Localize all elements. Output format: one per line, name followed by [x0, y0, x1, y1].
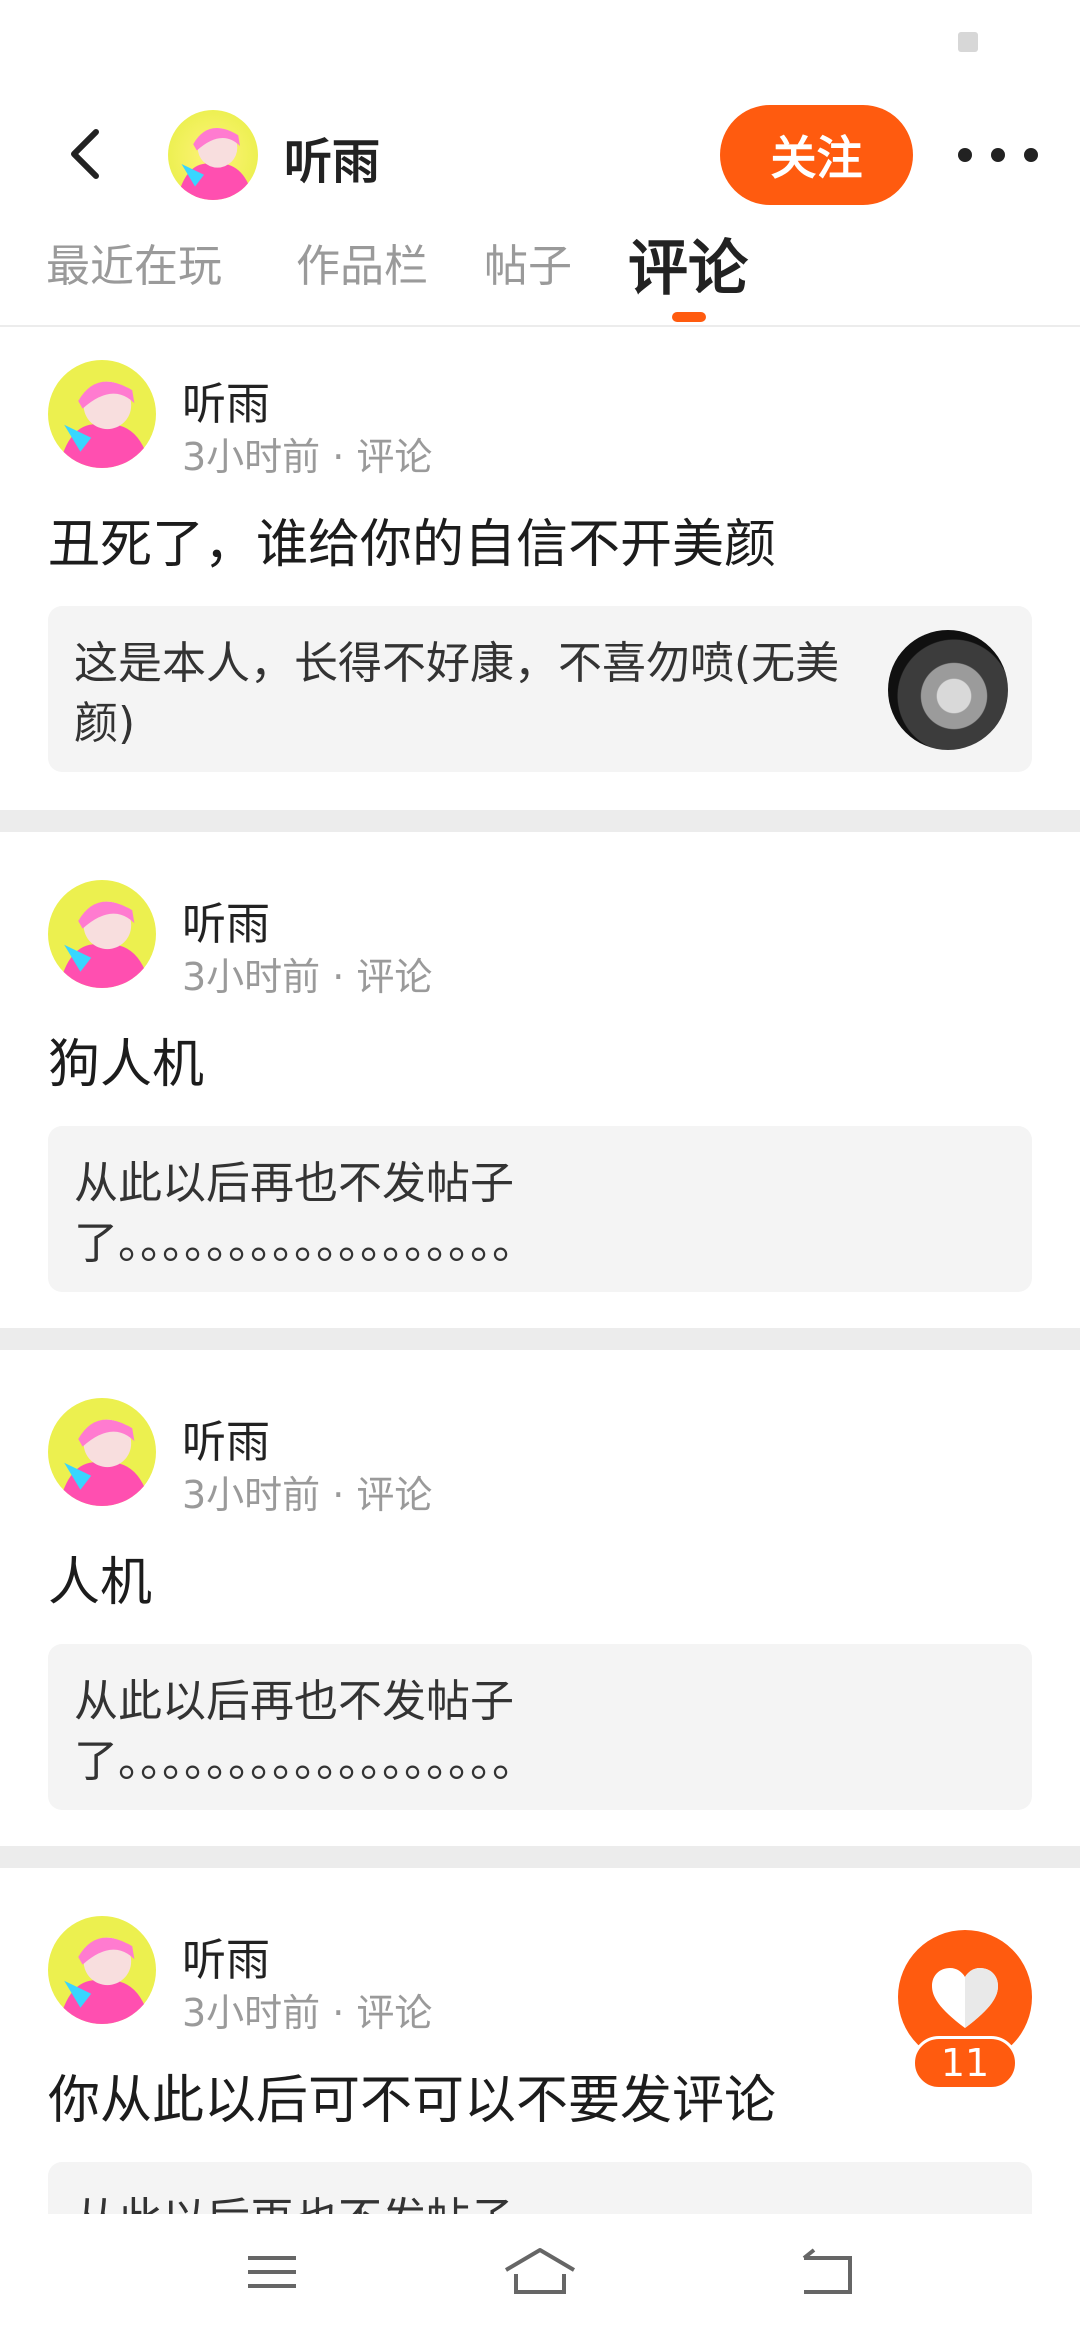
chevron-left-icon — [71, 129, 99, 179]
comment-meta: 3小时前 · 评论 — [182, 435, 433, 479]
follow-button[interactable]: 关注 — [720, 105, 913, 205]
divider — [0, 810, 1080, 832]
tab-comments[interactable]: 评论 — [628, 220, 748, 307]
quoted-post[interactable]: 从此以后再也不发帖子了。。。。。。。。。。。。。。。。。。 — [48, 1126, 1032, 1292]
status-bar — [0, 0, 1080, 90]
profile-name: 听雨 — [284, 134, 381, 190]
back-icon — [802, 2248, 852, 2294]
comment-author: 听雨 — [182, 1417, 270, 1468]
quoted-post-text: 从此以后再也不发帖子了。。。。。。。。。。。。。。。。。。 — [74, 1676, 536, 1787]
home-icon — [504, 2248, 576, 2294]
menu-button[interactable] — [240, 2240, 320, 2310]
avatar[interactable] — [168, 110, 258, 200]
quoted-post-text: 这是本人，长得不好康，不喜勿喷(无美颜) — [74, 638, 840, 749]
back-button[interactable] — [58, 124, 118, 184]
comment-text: 你从此以后可不可以不要发评论 — [48, 2071, 777, 2131]
comment-card[interactable]: 听雨 3小时前 · 评论 狗人机 从此以后再也不发帖子了。。。。。。。。。。。。… — [0, 850, 1080, 1328]
comment-text: 人机 — [48, 1553, 153, 1613]
comment-meta: 3小时前 · 评论 — [182, 1991, 433, 2035]
tab-active-indicator — [672, 312, 706, 322]
profile-tabs: 最近在玩 作品栏 帖子 评论 — [0, 220, 1080, 327]
quoted-post[interactable]: 这是本人，长得不好康，不喜勿喷(无美颜) — [48, 606, 1032, 772]
divider — [0, 1846, 1080, 1868]
back-nav-button[interactable] — [790, 2240, 870, 2310]
menu-icon — [248, 2256, 296, 2288]
avatar[interactable] — [48, 1398, 156, 1506]
tab-works[interactable]: 作品栏 — [296, 230, 428, 294]
more-dots-icon — [958, 148, 972, 162]
avatar[interactable] — [48, 1916, 156, 2024]
quoted-post[interactable]: 从此以后再也不发帖子 — [48, 2162, 1032, 2216]
comment-author: 听雨 — [182, 379, 270, 430]
profile-header: 听雨 关注 — [0, 90, 1080, 220]
system-navigation-bar — [0, 2214, 1080, 2340]
avatar[interactable] — [48, 880, 156, 988]
comment-meta: 3小时前 · 评论 — [182, 955, 433, 999]
quoted-post[interactable]: 从此以后再也不发帖子了。。。。。。。。。。。。。。。。。。 — [48, 1644, 1032, 1810]
comment-card[interactable]: 听雨 3小时前 · 评论 丑死了，谁给你的自信不开美颜 这是本人，长得不好康，不… — [0, 330, 1080, 808]
quoted-post-text: 从此以后再也不发帖子 — [74, 2190, 1006, 2216]
comment-card[interactable]: 听雨 3小时前 · 评论 人机 从此以后再也不发帖子了。。。。。。。。。。。。。… — [0, 1368, 1080, 1846]
like-count: 11 — [912, 2036, 1018, 2090]
more-options-button[interactable] — [958, 130, 1038, 180]
avatar[interactable] — [48, 360, 156, 468]
divider — [0, 1328, 1080, 1350]
post-thumbnail — [888, 630, 1008, 750]
tab-recent-play[interactable]: 最近在玩 — [46, 230, 222, 294]
comment-author: 听雨 — [182, 1935, 270, 1986]
quoted-post-text: 从此以后再也不发帖子了。。。。。。。。。。。。。。。。。。 — [74, 1158, 536, 1269]
comment-text: 狗人机 — [48, 1035, 205, 1095]
battery-icon — [958, 32, 978, 52]
comment-meta: 3小时前 · 评论 — [182, 1473, 433, 1517]
tab-posts[interactable]: 帖子 — [484, 230, 572, 294]
comment-text: 丑死了，谁给你的自信不开美颜 — [48, 515, 777, 575]
home-button[interactable] — [500, 2240, 580, 2310]
comment-author: 听雨 — [182, 899, 270, 950]
